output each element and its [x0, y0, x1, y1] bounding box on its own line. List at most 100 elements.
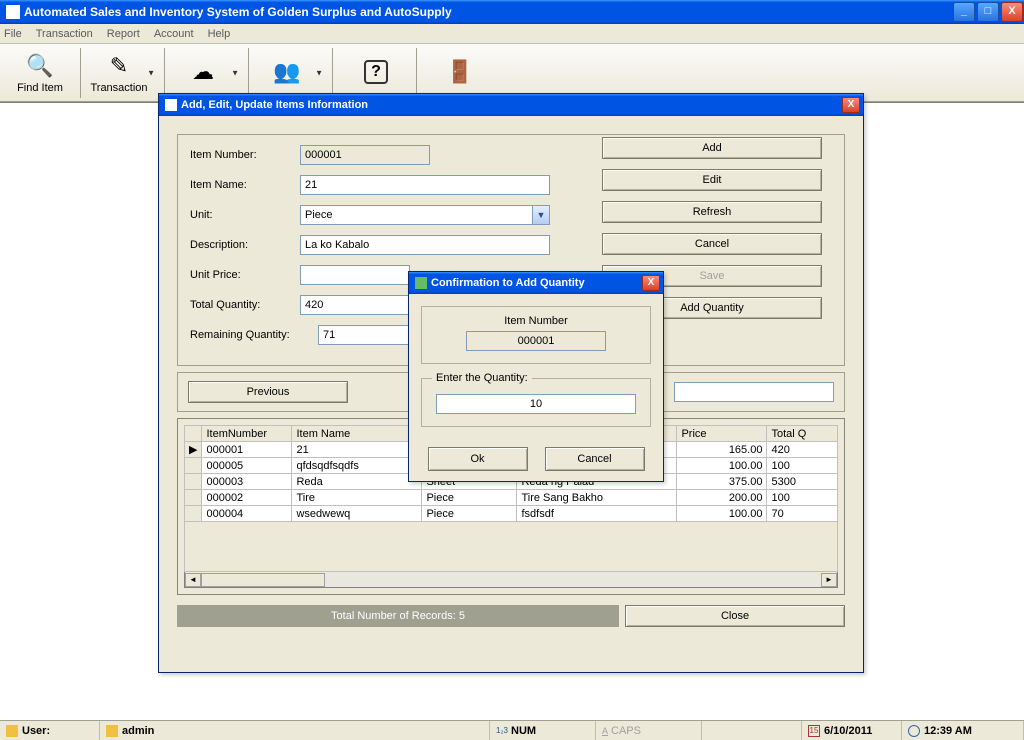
col-price[interactable]: Price: [677, 426, 767, 442]
unit-combo-value[interactable]: [300, 205, 550, 225]
cell-unit[interactable]: Piece: [422, 490, 517, 506]
confirm-dialog-title: Confirmation to Add Quantity: [431, 277, 585, 289]
confirm-item-number-label: Item Number: [432, 315, 640, 327]
chevron-down-icon: ▼: [315, 68, 323, 77]
items-dialog-titlebar[interactable]: Add, Edit, Update Items Information X: [159, 94, 863, 116]
toolbar-button-3[interactable]: ☁ ▼: [174, 47, 242, 99]
cell-price[interactable]: 165.00: [677, 442, 767, 458]
chevron-down-icon[interactable]: ▼: [532, 206, 549, 224]
cell-price[interactable]: 100.00: [677, 506, 767, 522]
cell-item-number[interactable]: 000004: [202, 506, 292, 522]
table-row[interactable]: 000002TirePieceTire Sang Bakho200.00100: [185, 490, 838, 506]
edit-button[interactable]: Edit: [602, 169, 822, 191]
cell-desc[interactable]: Tire Sang Bakho: [517, 490, 677, 506]
cell-total[interactable]: 70: [767, 506, 838, 522]
cloud-icon: ☁: [189, 58, 217, 86]
toolbar-button-4[interactable]: 👥 ▼: [258, 47, 326, 99]
close-button[interactable]: X: [1001, 2, 1023, 22]
cell-item-name[interactable]: 21: [292, 442, 422, 458]
row-header: [185, 474, 202, 490]
cell-item-number[interactable]: 000003: [202, 474, 292, 490]
confirm-buttons: Ok Cancel: [409, 439, 663, 481]
item-name-label: Item Name:: [190, 179, 300, 191]
dialog-footer: Total Number of Records: 5 Close: [177, 605, 845, 627]
scroll-left-button[interactable]: ◄: [185, 573, 201, 587]
confirm-dialog-close-button[interactable]: X: [642, 275, 660, 291]
cell-item-number[interactable]: 000005: [202, 458, 292, 474]
main-window-title: Automated Sales and Inventory System of …: [24, 5, 452, 19]
toolbar-button-6[interactable]: 🚪: [426, 47, 494, 99]
col-item-number[interactable]: ItemNumber: [202, 426, 292, 442]
item-name-field[interactable]: [300, 175, 550, 195]
toolbar-button-5[interactable]: ?: [342, 47, 410, 99]
col-item-name[interactable]: Item Name: [292, 426, 422, 442]
dialog-icon: [415, 277, 427, 289]
user-icon: [106, 725, 118, 737]
scroll-right-button[interactable]: ►: [821, 573, 837, 587]
menu-transaction[interactable]: Transaction: [36, 28, 93, 40]
cell-item-number[interactable]: 000002: [202, 490, 292, 506]
pencil-icon: ✎: [105, 52, 133, 80]
menu-report[interactable]: Report: [107, 28, 140, 40]
num-icon: 1₂3: [496, 726, 508, 735]
items-dialog-close-button[interactable]: X: [842, 97, 860, 113]
search-name-field[interactable]: [674, 382, 834, 402]
toolbar-transaction[interactable]: ✎ Transaction ▼: [90, 47, 158, 99]
cell-item-number[interactable]: 000001: [202, 442, 292, 458]
confirm-dialog-titlebar[interactable]: Confirmation to Add Quantity X: [409, 272, 663, 294]
cell-total[interactable]: 5300: [767, 474, 838, 490]
row-header: [185, 490, 202, 506]
record-count-bar: Total Number of Records: 5: [177, 605, 619, 627]
status-user-label: User:: [22, 725, 50, 737]
row-header: [185, 458, 202, 474]
total-qty-field[interactable]: [300, 295, 410, 315]
scroll-track[interactable]: [201, 573, 821, 587]
unit-combo[interactable]: ▼: [300, 205, 550, 225]
minimize-button[interactable]: _: [953, 2, 975, 22]
confirm-dialog-body: Item Number Enter the Quantity:: [409, 294, 663, 439]
toolbar-separator: [164, 48, 170, 98]
maximize-button[interactable]: □: [977, 2, 999, 22]
close-dialog-button[interactable]: Close: [625, 605, 845, 627]
cell-total[interactable]: 420: [767, 442, 838, 458]
items-dialog-title: Add, Edit, Update Items Information: [181, 99, 368, 111]
cell-price[interactable]: 200.00: [677, 490, 767, 506]
total-qty-label: Total Quantity:: [190, 299, 300, 311]
previous-button[interactable]: Previous: [188, 381, 348, 403]
description-label: Description:: [190, 239, 300, 251]
toolbar-find-item[interactable]: 🔍 Find Item: [6, 47, 74, 99]
cell-item-name[interactable]: wsedwewq: [292, 506, 422, 522]
cell-desc[interactable]: fsdfsdf: [517, 506, 677, 522]
confirm-qty-field[interactable]: [436, 394, 636, 414]
cell-item-name[interactable]: Tire: [292, 490, 422, 506]
cell-unit[interactable]: Piece: [422, 506, 517, 522]
remaining-qty-label: Remaining Quantity:: [190, 329, 318, 341]
cancel-button[interactable]: Cancel: [602, 233, 822, 255]
grid-horizontal-scrollbar[interactable]: ◄ ►: [184, 572, 838, 588]
menu-help[interactable]: Help: [208, 28, 231, 40]
menu-account[interactable]: Account: [154, 28, 194, 40]
scroll-thumb[interactable]: [201, 573, 325, 587]
row-header: [185, 506, 202, 522]
remaining-qty-field[interactable]: [318, 325, 410, 345]
col-total[interactable]: Total Q: [767, 426, 838, 442]
cell-price[interactable]: 375.00: [677, 474, 767, 490]
confirm-item-number-field: [466, 331, 606, 351]
cell-total[interactable]: 100: [767, 490, 838, 506]
menu-file[interactable]: File: [4, 28, 22, 40]
cell-total[interactable]: 100: [767, 458, 838, 474]
ok-button[interactable]: Ok: [428, 447, 528, 471]
cell-item-name[interactable]: qfdsqdfsqdfs: [292, 458, 422, 474]
confirm-cancel-button[interactable]: Cancel: [545, 447, 645, 471]
main-window-titlebar: Automated Sales and Inventory System of …: [0, 0, 1024, 24]
people-icon: 👥: [273, 58, 301, 86]
unit-price-field[interactable]: [300, 265, 410, 285]
status-bar: User: admin 1₂3 NUM A CAPS 15 6/10/2011 …: [0, 720, 1024, 740]
table-row[interactable]: 000004wsedwewqPiecefsdfsdf100.0070: [185, 506, 838, 522]
cell-price[interactable]: 100.00: [677, 458, 767, 474]
description-field[interactable]: [300, 235, 550, 255]
add-button[interactable]: Add: [602, 137, 822, 159]
refresh-button[interactable]: Refresh: [602, 201, 822, 223]
cell-item-name[interactable]: Reda: [292, 474, 422, 490]
toolbar-separator: [248, 48, 254, 98]
